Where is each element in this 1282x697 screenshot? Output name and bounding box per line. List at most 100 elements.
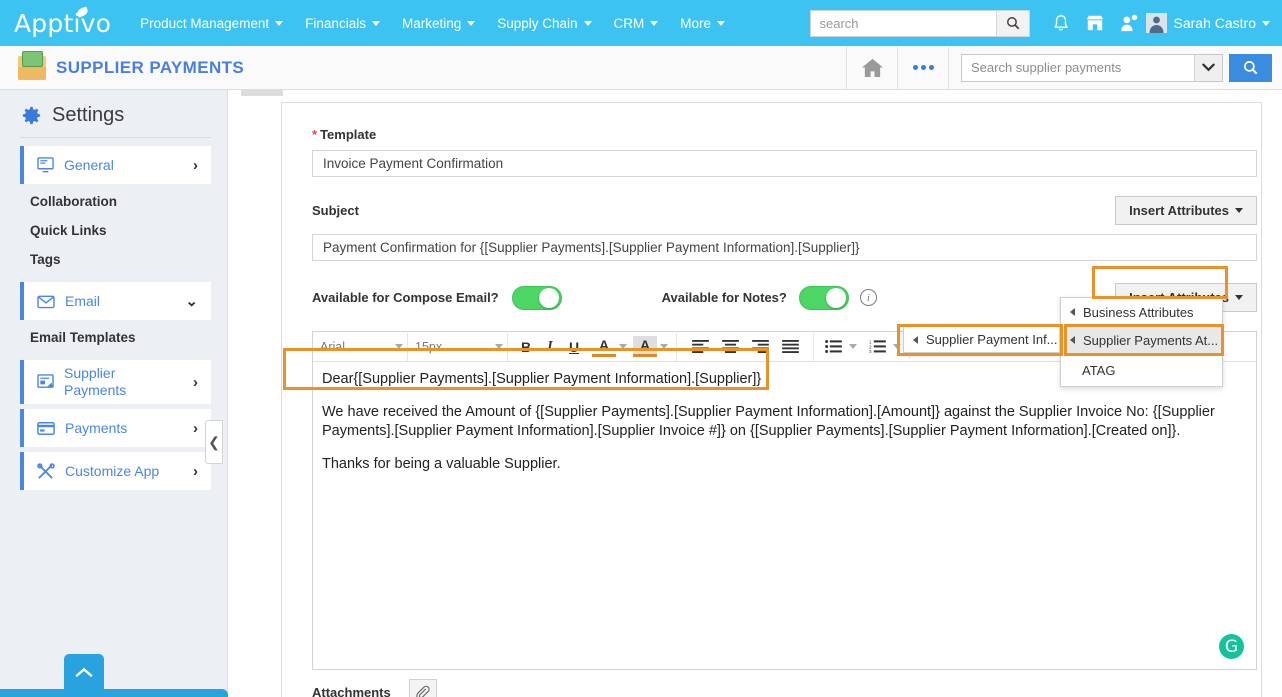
- font-color-button[interactable]: A: [592, 336, 616, 357]
- chevron-down-icon: [1202, 63, 1215, 72]
- justify-button[interactable]: [775, 335, 805, 359]
- align-center-button[interactable]: [715, 335, 745, 359]
- template-field-group: *Template: [312, 127, 1257, 177]
- nav-label: Product Management: [140, 16, 269, 31]
- sidebar-subitem-email-templates[interactable]: Email Templates: [0, 323, 227, 352]
- global-search-button[interactable]: [996, 11, 1029, 36]
- nav-item-marketing[interactable]: Marketing: [391, 0, 486, 46]
- three-dots-icon: [913, 65, 934, 70]
- font-size-select[interactable]: 15px: [408, 333, 508, 361]
- app-search[interactable]: [961, 54, 1223, 82]
- text-style-group: B I U A A: [508, 333, 677, 361]
- sidebar-subitem-tags[interactable]: Tags: [0, 245, 227, 274]
- supplier-payment-information-submenu[interactable]: Supplier Payment Inf...: [903, 326, 1060, 353]
- sidebar-subitem-collaboration[interactable]: Collaboration: [0, 187, 227, 216]
- chevron-right-icon: ›: [193, 157, 198, 174]
- highlight-color-dropdown[interactable]: [657, 335, 670, 359]
- alignment-group: [677, 333, 814, 361]
- justify-icon: [782, 340, 799, 353]
- scroll-to-top-button[interactable]: [64, 654, 104, 690]
- chevron-right-icon: ›: [193, 420, 198, 437]
- nav-label: Supply Chain: [497, 16, 577, 31]
- italic-button[interactable]: I: [538, 335, 562, 359]
- grammarly-icon[interactable]: G: [1219, 634, 1244, 659]
- nav-item-supply-chain[interactable]: Supply Chain: [486, 0, 602, 46]
- chevron-left-icon: [1070, 336, 1075, 344]
- font-size-value: 15px: [415, 340, 442, 354]
- app-header-bar: SUPPLIER PAYMENTS: [0, 46, 1282, 90]
- toggle-knob: [539, 288, 559, 308]
- sidebar-item-email[interactable]: Email ⌄: [20, 282, 211, 320]
- chevron-down-icon: [650, 21, 658, 26]
- apptivo-logo[interactable]: Apptivo: [14, 9, 111, 38]
- template-input[interactable]: [312, 150, 1257, 177]
- compose-email-toggle-label: Available for Compose Email?: [312, 290, 499, 305]
- money-envelope-icon: [18, 56, 46, 80]
- align-right-button[interactable]: [745, 335, 775, 359]
- bullet-list-dropdown[interactable]: [846, 335, 859, 359]
- numbered-list-dropdown[interactable]: [890, 335, 903, 359]
- align-left-button[interactable]: [685, 335, 715, 359]
- info-icon[interactable]: i: [860, 289, 877, 306]
- nav-item-crm[interactable]: CRM: [603, 0, 670, 46]
- subject-input[interactable]: [312, 234, 1257, 261]
- attachment-add-button[interactable]: [409, 679, 437, 697]
- paperclip-icon: [415, 685, 430, 697]
- underline-button[interactable]: U: [562, 335, 586, 359]
- chevron-down-icon: [1235, 295, 1243, 300]
- sidebar-collapse-handle[interactable]: ❮: [205, 420, 223, 464]
- nav-label: Marketing: [402, 16, 461, 31]
- app-search-input[interactable]: [962, 55, 1194, 81]
- insert-attributes-subject-button[interactable]: Insert Attributes: [1115, 196, 1257, 225]
- sidebar-item-payments[interactable]: Payments ›: [20, 409, 211, 447]
- global-search-input[interactable]: [811, 11, 996, 36]
- bullet-list-button[interactable]: [820, 335, 846, 359]
- subject-field-group: Subject Insert Attributes: [312, 196, 1257, 261]
- app-header-right-group: [846, 46, 1282, 90]
- sidebar-subitem-quick-links[interactable]: Quick Links: [0, 216, 227, 245]
- align-left-icon: [692, 340, 709, 353]
- app-search-dropdown-button[interactable]: [1194, 55, 1222, 81]
- tools-icon: [37, 463, 55, 480]
- menu-item-business-attributes[interactable]: Business Attributes: [1061, 298, 1222, 326]
- font-family-select[interactable]: Arial: [313, 333, 408, 361]
- highlight-color-button[interactable]: A: [633, 336, 657, 357]
- notes-toggle[interactable]: [799, 286, 849, 310]
- submenu-item-label: Supplier Payment Inf...: [926, 332, 1058, 347]
- nav-item-product-management[interactable]: Product Management: [129, 0, 294, 46]
- notifications-button[interactable]: [1044, 0, 1078, 46]
- nav-item-more[interactable]: More: [669, 0, 736, 46]
- home-button[interactable]: [846, 46, 897, 90]
- credit-card-icon: [37, 422, 55, 435]
- toggle-knob: [826, 288, 846, 308]
- nav-item-financials[interactable]: Financials: [294, 0, 391, 46]
- numbered-list-button[interactable]: 1 2 3: [864, 335, 890, 359]
- envelope-icon: [37, 294, 55, 309]
- subject-label: Subject: [312, 203, 359, 218]
- sidebar-item-customize-app[interactable]: Customize App ›: [20, 452, 211, 490]
- app-search-button[interactable]: [1229, 54, 1272, 82]
- search-icon: [1006, 16, 1020, 30]
- menu-item-atag[interactable]: ATAG: [1061, 354, 1222, 386]
- font-color-dropdown[interactable]: [616, 335, 629, 359]
- marketplace-button[interactable]: [1078, 0, 1112, 46]
- chevron-right-icon: ›: [193, 463, 198, 480]
- global-search[interactable]: [810, 10, 1030, 37]
- menu-item-supplier-payments-attributes[interactable]: Supplier Payments At...: [1061, 326, 1222, 354]
- settings-sidebar: Settings General › Collaboration Quick L…: [0, 90, 228, 697]
- more-options-button[interactable]: [897, 46, 948, 90]
- user-menu[interactable]: Sarah Castro: [1146, 13, 1270, 33]
- sidebar-bottom-bar: [0, 689, 228, 697]
- chevron-down-icon: [275, 21, 283, 26]
- avatar-icon: [1146, 13, 1167, 33]
- tab-stub: [241, 90, 283, 96]
- compose-email-toggle[interactable]: [512, 286, 562, 310]
- sidebar-item-general[interactable]: General ›: [20, 146, 211, 184]
- chevron-right-icon: ›: [193, 374, 198, 391]
- chevron-left-icon: [913, 336, 918, 344]
- avatar: [1146, 13, 1167, 33]
- chevron-down-icon: [372, 21, 380, 26]
- add-user-button[interactable]: [1112, 0, 1146, 46]
- sidebar-item-supplier-payments[interactable]: Supplier Payments ›: [20, 360, 211, 404]
- bold-button[interactable]: B: [514, 335, 538, 359]
